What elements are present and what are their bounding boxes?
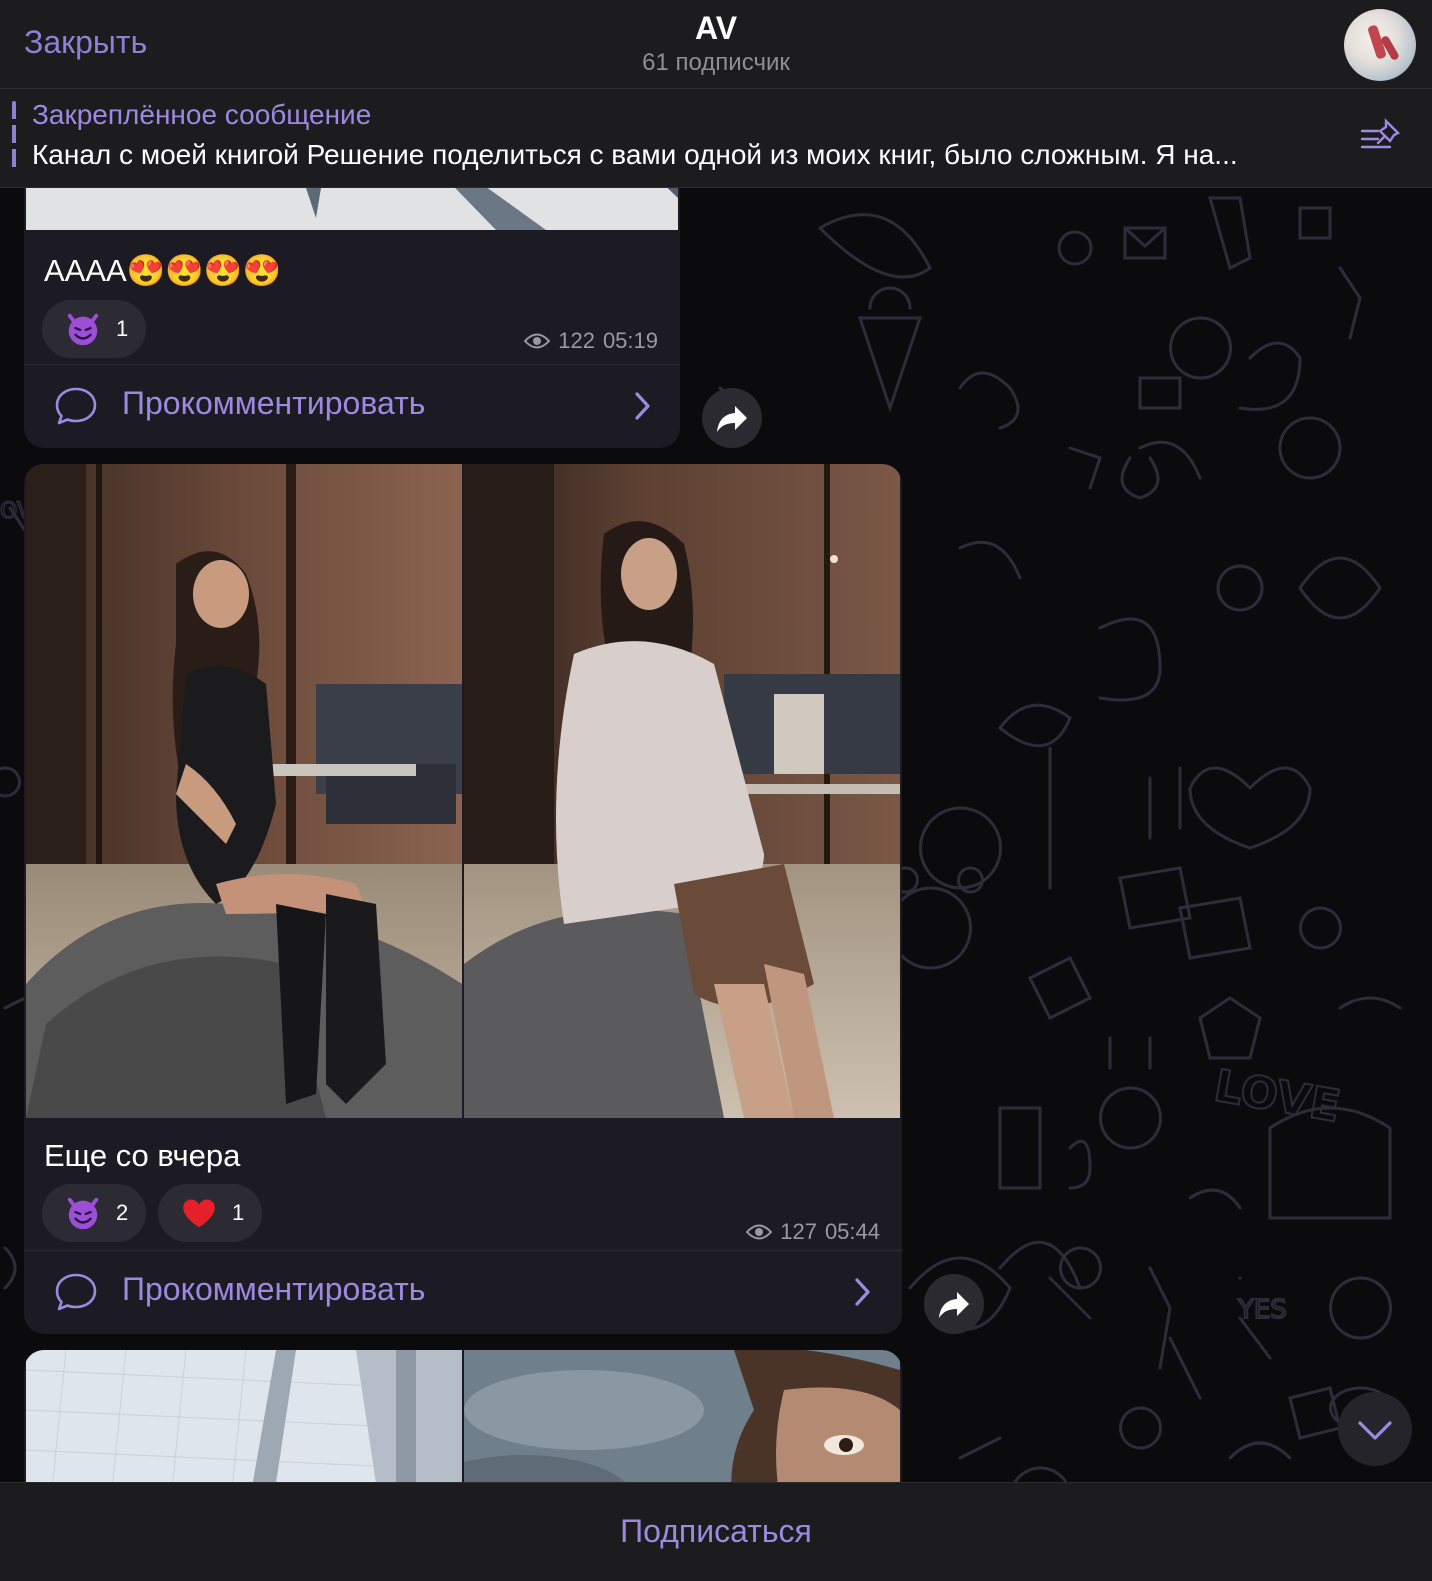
chat-area[interactable]: LOVE YES OV AAAA😍😍😍😍 1 122 05:19 Прокомм… <box>0 188 1432 1482</box>
red-heart-icon <box>183 1199 215 1228</box>
svg-text:YES: YES <box>1237 1295 1287 1325</box>
post-photo[interactable] <box>26 1350 462 1482</box>
post-photo[interactable] <box>26 464 462 1118</box>
channel-title-block[interactable]: AV 61 подписчик <box>0 8 1432 78</box>
post-meta: 122 05:19 <box>524 328 658 354</box>
photo-woman-black-dress <box>26 464 462 1118</box>
view-count: 127 <box>780 1219 817 1244</box>
svg-text:LOVE: LOVE <box>1210 1060 1344 1132</box>
pinned-text: Канал с моей книгой Решение поделиться с… <box>32 139 1238 170</box>
pinned-title: Закреплённое сообщение <box>32 99 372 130</box>
post-text: Еще со вчера <box>44 1138 241 1173</box>
subscribe-button[interactable]: Подписаться <box>0 1513 1432 1550</box>
chevron-down-icon <box>1358 1421 1392 1440</box>
post-meta: 127 05:44 <box>746 1219 880 1245</box>
channel-post[interactable] <box>24 1350 902 1482</box>
share-button[interactable] <box>924 1274 984 1334</box>
view-count: 122 <box>558 328 595 353</box>
comment-button[interactable]: Прокомментировать <box>24 365 680 447</box>
subscriber-count: 61 подписчик <box>642 49 790 76</box>
chevron-right-icon <box>635 392 650 420</box>
comment-bubble-icon <box>55 387 97 425</box>
photo-face-clouds <box>464 1350 900 1482</box>
reaction-count: 2 <box>116 1200 129 1225</box>
reaction-count: 1 <box>232 1200 245 1225</box>
photo-fragment <box>26 188 678 230</box>
post-photo[interactable] <box>464 464 900 1118</box>
scroll-to-bottom-button[interactable] <box>1338 1392 1412 1466</box>
reaction-chip[interactable]: 2 <box>42 1184 147 1242</box>
top-bar: Закрыть AV 61 подписчик <box>0 0 1432 89</box>
views-eye-icon <box>746 1224 773 1240</box>
photo-woman-white-shirt <box>464 464 900 1118</box>
share-button[interactable] <box>702 388 762 448</box>
channel-title: AV <box>694 10 738 46</box>
channel-avatar[interactable] <box>1344 9 1416 81</box>
comment-label: Прокомментировать <box>122 385 426 421</box>
post-photo[interactable] <box>26 188 678 230</box>
reaction-count: 1 <box>116 316 129 341</box>
pinned-list-icon[interactable] <box>1360 117 1404 157</box>
post-text: AAAA😍😍😍😍 <box>44 253 282 288</box>
reaction-chip[interactable]: 1 <box>42 300 147 358</box>
pinned-indicator <box>12 101 16 173</box>
channel-post[interactable]: Еще со вчера 2 1 127 05:44 Прокомментиро… <box>24 464 902 1334</box>
comment-button[interactable]: Прокомментировать <box>24 1251 902 1333</box>
pinned-message-bar[interactable]: Закреплённое сообщение Канал с моей книг… <box>0 89 1432 188</box>
post-time: 05:19 <box>602 328 658 353</box>
bottom-bar: Подписаться <box>0 1482 1432 1581</box>
post-time: 05:44 <box>824 1219 880 1244</box>
smiling-devil-icon <box>67 1197 99 1230</box>
reaction-chip[interactable]: 1 <box>158 1184 263 1242</box>
photo-building-sky <box>26 1350 462 1482</box>
share-arrow-icon <box>939 1292 969 1318</box>
views-eye-icon <box>524 333 551 349</box>
post-photo[interactable] <box>464 1350 900 1482</box>
comment-bubble-icon <box>55 1273 97 1311</box>
channel-post[interactable]: AAAA😍😍😍😍 1 122 05:19 Прокомментировать <box>24 188 680 448</box>
share-arrow-icon <box>717 406 747 432</box>
chevron-right-icon <box>855 1278 870 1306</box>
smiling-devil-icon <box>67 313 99 346</box>
comment-label: Прокомментировать <box>122 1271 426 1307</box>
